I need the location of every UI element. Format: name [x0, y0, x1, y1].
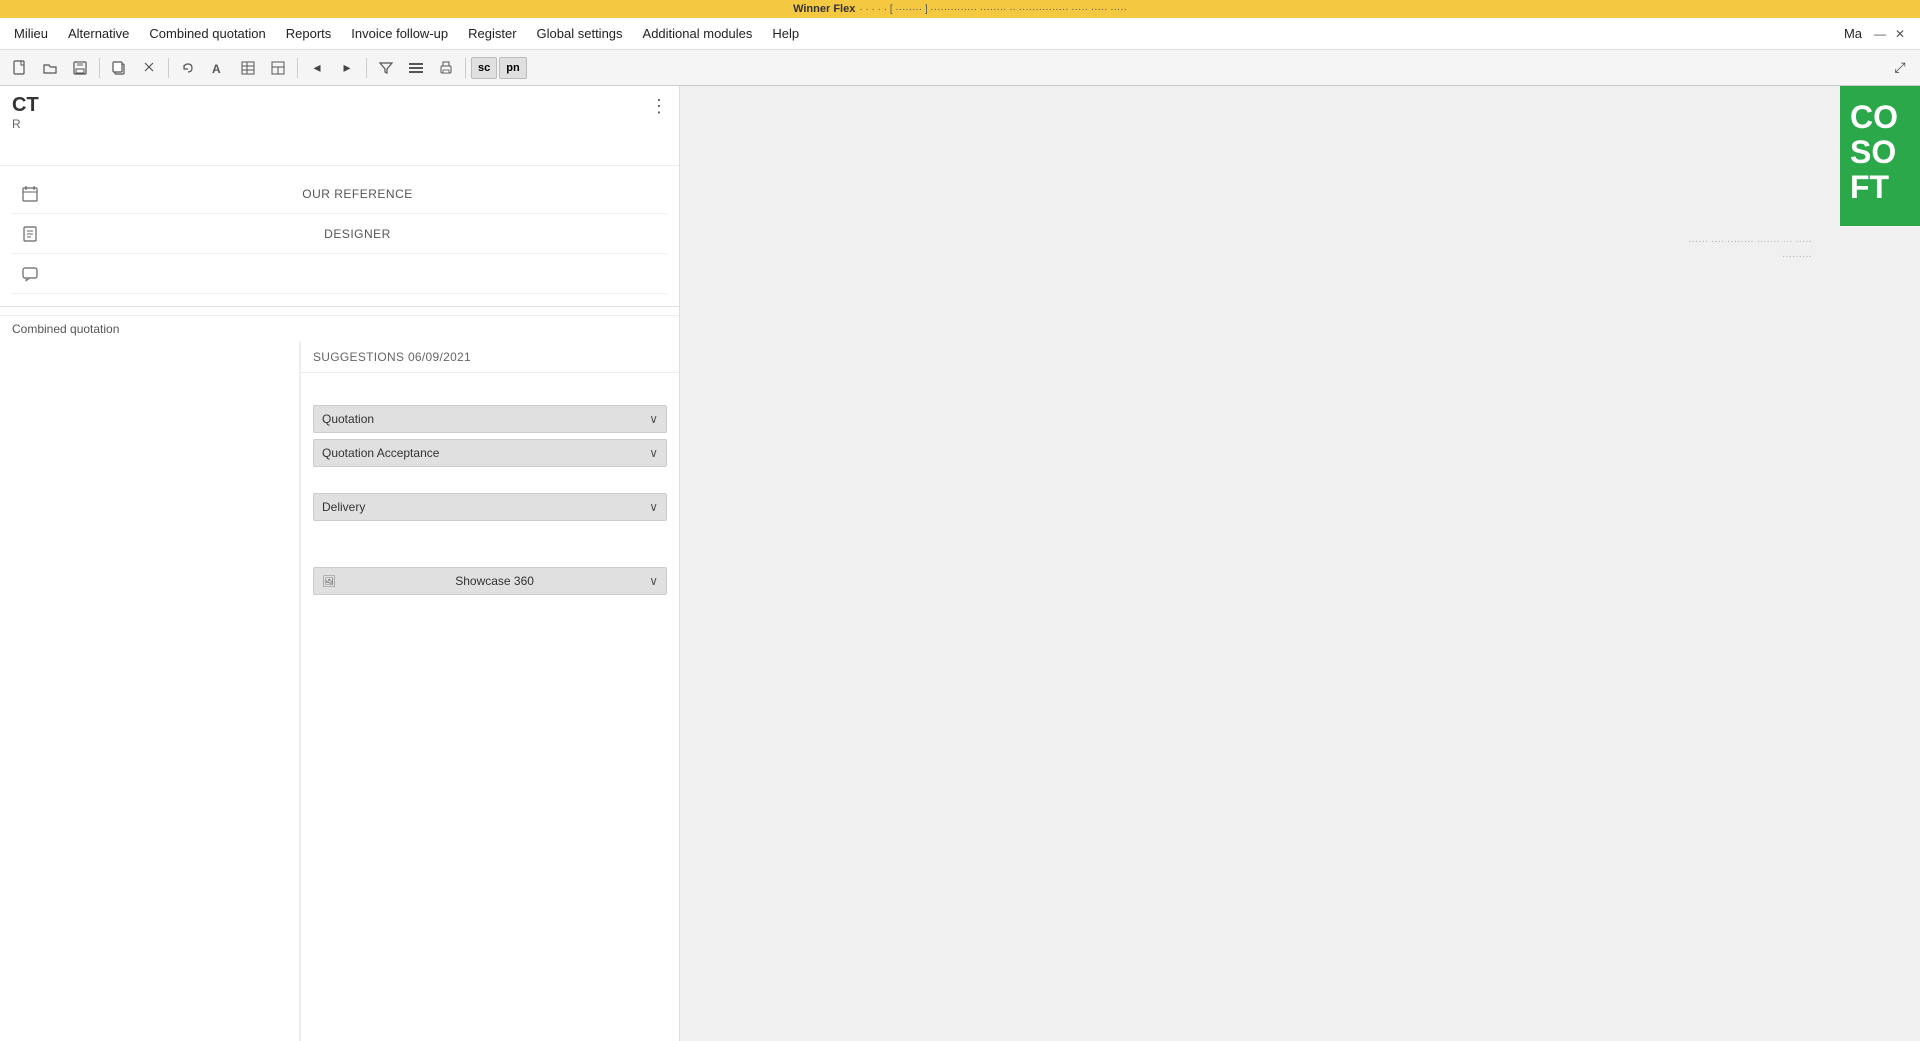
filter-button[interactable]: [372, 54, 400, 82]
close-button[interactable]: ✕: [1892, 26, 1908, 42]
toolbar-sep-3: [297, 58, 298, 78]
title-bar: Winner Flex · · · · · [ ········ ] ·····…: [0, 0, 1920, 18]
menu-milieu[interactable]: Milieu: [4, 22, 58, 45]
quotation-acceptance-chevron-icon: ∨: [649, 446, 658, 460]
undo-button[interactable]: [174, 54, 202, 82]
logo-line-3: FT: [1850, 170, 1910, 205]
document-icon: [12, 225, 48, 243]
quotation-label: Quotation: [322, 412, 374, 426]
quotation-chevron-icon: ∨: [649, 412, 658, 426]
info-line-2: ·········: [1688, 251, 1812, 262]
toolbar-sep-2: [168, 58, 169, 78]
three-dots-button[interactable]: ⋮: [647, 94, 671, 118]
arrow-left-button[interactable]: ◂: [303, 54, 331, 82]
combined-quotation-label: Combined quotation: [0, 315, 679, 342]
showcase-360-chevron-icon: ∨: [649, 574, 658, 588]
menu-global-settings[interactable]: Global settings: [527, 22, 633, 45]
toolbar-sep-4: [366, 58, 367, 78]
showcase-360-dropdown[interactable]: 🖼 Showcase 360 ∨: [313, 567, 667, 595]
designer-label: DESIGNER: [48, 227, 667, 241]
settings-button[interactable]: [402, 54, 430, 82]
ct-title: CT: [12, 94, 667, 117]
ct-subtitle: R: [12, 117, 667, 131]
svg-text:A: A: [212, 62, 221, 76]
app-title: Winner Flex: [793, 3, 855, 15]
menu-ma[interactable]: Ma: [1834, 22, 1872, 45]
menu-bar: Milieu Alternative Combined quotation Re…: [0, 18, 1920, 50]
delivery-dropdown[interactable]: Delivery ∨: [313, 493, 667, 521]
save-button[interactable]: [66, 54, 94, 82]
our-reference-label: OUR REFERENCE: [48, 187, 667, 201]
top-spacer: [313, 385, 667, 401]
delivery-label: Delivery: [322, 500, 365, 514]
left-panel: CT R ⋮ OUR REFERENCE DESIGNER: [0, 86, 680, 1041]
message-field: [12, 254, 667, 294]
minimize-button[interactable]: —: [1872, 26, 1888, 42]
arrow-right-button[interactable]: ▸: [333, 54, 361, 82]
pn-button[interactable]: pn: [499, 57, 526, 79]
window-controls: — ✕: [1872, 26, 1916, 42]
quotation-acceptance-label: Quotation Acceptance: [322, 446, 439, 460]
print-button[interactable]: [432, 54, 460, 82]
fields-area: OUR REFERENCE DESIGNER: [0, 166, 679, 302]
logo-line-2: SO: [1850, 135, 1910, 170]
quotation-acceptance-dropdown[interactable]: Quotation Acceptance ∨: [313, 439, 667, 467]
sc-button[interactable]: sc: [471, 57, 497, 79]
middle-spacer: [313, 473, 667, 489]
designer-field: DESIGNER: [12, 214, 667, 254]
message-icon: [12, 265, 48, 283]
menu-invoice-followup[interactable]: Invoice follow-up: [341, 22, 458, 45]
menu-register[interactable]: Register: [458, 22, 526, 45]
table-button[interactable]: [234, 54, 262, 82]
open-button[interactable]: [36, 54, 64, 82]
new-button[interactable]: [6, 54, 34, 82]
font-button[interactable]: A: [204, 54, 232, 82]
right-content: ······ ···· ········ ······· ··· ····· ·…: [680, 86, 1920, 1041]
menu-reports[interactable]: Reports: [276, 22, 342, 45]
menu-help[interactable]: Help: [762, 22, 809, 45]
bottom-spacer-1: [313, 527, 667, 543]
showcase-icon: 🖼: [322, 575, 336, 588]
bottom-spacer-2: [313, 547, 667, 563]
suggestions-panel: SUGGESTIONS 06/09/2021 Quotation ∨ Quota…: [300, 342, 679, 1041]
calendar-icon: [12, 185, 48, 203]
menu-combined-quotation[interactable]: Combined quotation: [139, 22, 275, 45]
logo-panel: CO SO FT: [1840, 86, 1920, 226]
menu-alternative[interactable]: Alternative: [58, 22, 139, 45]
suggestions-body: Quotation ∨ Quotation Acceptance ∨ Deliv…: [301, 373, 679, 1041]
toolbar-sep-5: [465, 58, 466, 78]
logo-line-1: CO: [1850, 100, 1910, 135]
menu-additional-modules[interactable]: Additional modules: [633, 22, 763, 45]
main-content: CT R ⋮ OUR REFERENCE DESIGNER: [0, 86, 1920, 1041]
toolbar-sep-1: [99, 58, 100, 78]
info-panel: ······ ···· ········ ······· ··· ····· ·…: [1688, 236, 1820, 262]
left-margin: [0, 342, 300, 1041]
info-line-1: ······ ···· ········ ······· ··· ·····: [1688, 236, 1812, 247]
copy-document-button[interactable]: [105, 54, 133, 82]
divider-1: [0, 306, 679, 307]
suggestions-header: SUGGESTIONS 06/09/2021: [301, 342, 679, 373]
title-extra: · · · · · [ ········ ] ·············· ··…: [859, 4, 1127, 15]
quotation-dropdown[interactable]: Quotation ∨: [313, 405, 667, 433]
toolbar: A ◂ ▸ sc pn ⤢: [0, 50, 1920, 86]
cut-button[interactable]: [135, 54, 163, 82]
layout-button[interactable]: [264, 54, 292, 82]
delivery-chevron-icon: ∨: [649, 500, 658, 514]
showcase-360-label: Showcase 360: [455, 574, 534, 588]
ct-header: CT R ⋮: [0, 86, 679, 166]
our-reference-field: OUR REFERENCE: [12, 174, 667, 214]
expand-button[interactable]: ⤢: [1886, 54, 1914, 82]
